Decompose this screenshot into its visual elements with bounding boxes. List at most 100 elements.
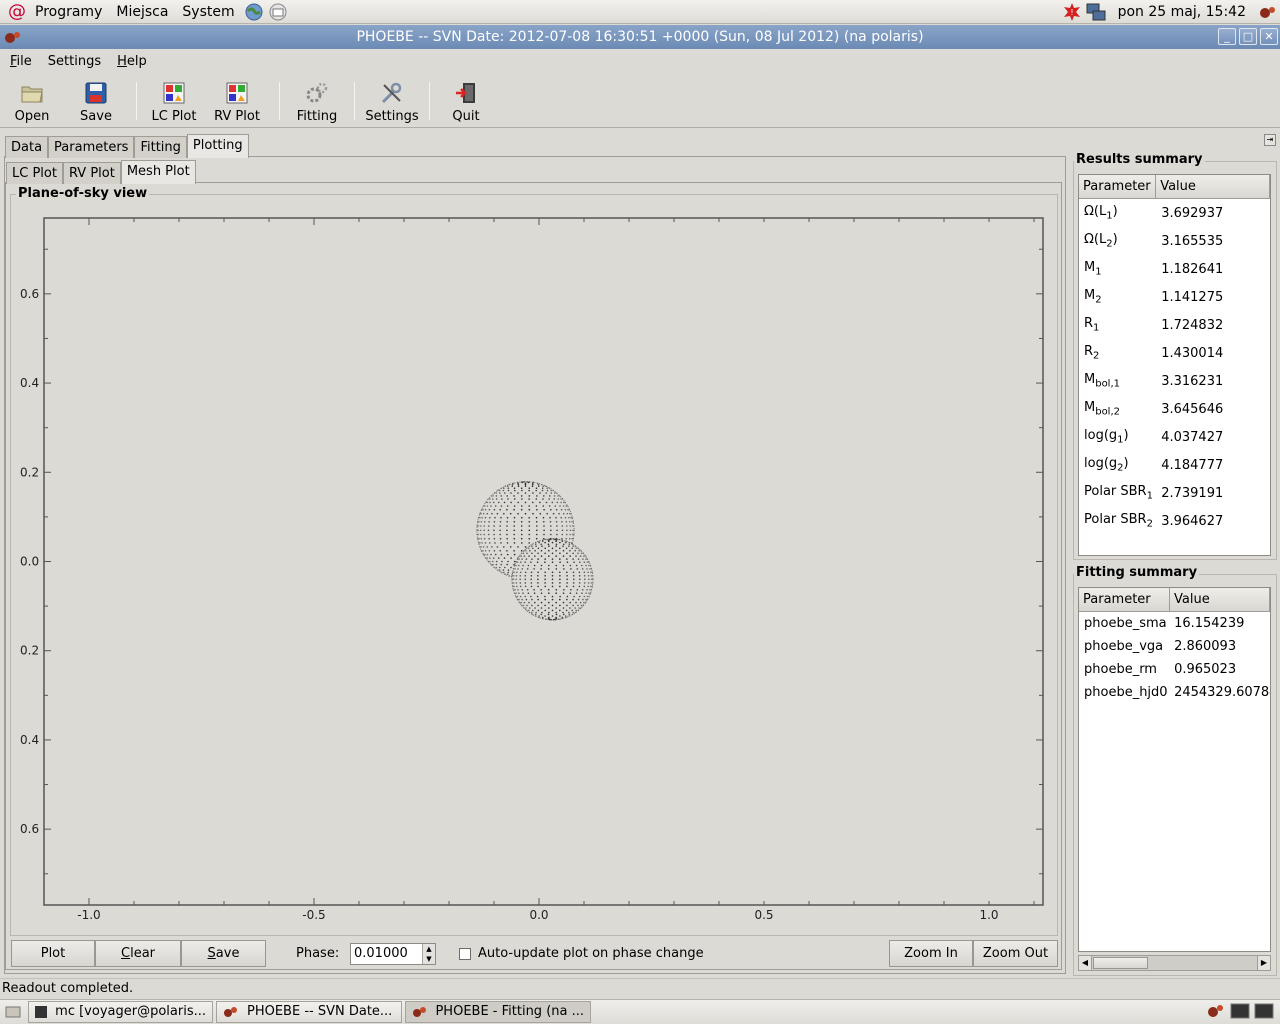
task-terminal[interactable]: mc [voyager@polaris... [28, 1001, 213, 1023]
fitting-summary-table[interactable]: Parameter Value phoebe_sma 16.154239 phoeb… [1078, 587, 1271, 952]
mesh-point [579, 595, 581, 598]
terminal-tray-icon[interactable] [1230, 1002, 1250, 1020]
results-row[interactable]: M2 1.141275 [1079, 283, 1270, 311]
clear-button[interactable]: Clear [95, 940, 181, 967]
settings-button[interactable]: Settings [363, 74, 421, 128]
mesh-point [547, 543, 550, 546]
scroll-thumb[interactable] [1093, 957, 1148, 969]
results-row[interactable]: Ω(L2) 3.165535 [1079, 227, 1270, 255]
mesh-point [557, 495, 559, 497]
results-row[interactable]: R2 1.430014 [1079, 339, 1270, 367]
results-summary-table[interactable]: Parameter Value Ω(L1) 3.692937 Ω(L2) 3.1655… [1078, 174, 1271, 556]
results-row[interactable]: Ω(L1) 3.692937 [1079, 199, 1270, 227]
mesh-point [506, 521, 509, 523]
phoebe-tray-icon[interactable] [1206, 1002, 1226, 1020]
mail-launcher-icon[interactable] [267, 1, 289, 23]
panel-menu-system[interactable]: System [175, 0, 241, 24]
mesh-point [586, 561, 589, 563]
mesh-point [517, 512, 519, 515]
phoebe-tray-icon[interactable] [1257, 1, 1279, 23]
open-button[interactable]: Open [0, 74, 64, 128]
quit-button[interactable]: Quit [438, 74, 494, 128]
tab-plotting[interactable]: Plotting [186, 134, 249, 158]
mesh-point [575, 601, 577, 604]
network-icon[interactable] [1085, 1, 1107, 23]
mesh-point [562, 505, 565, 507]
web-browser-launcher-icon[interactable] [243, 1, 265, 23]
save-button[interactable]: Save [64, 74, 128, 128]
fitting-button[interactable]: Fitting [288, 74, 346, 128]
fitting-col-parameter[interactable]: Parameter [1079, 588, 1171, 611]
mesh-point [524, 582, 527, 584]
panel-clock[interactable]: pon 25 maj, 15:42 [1108, 4, 1256, 20]
menu-help[interactable]: Help [107, 54, 153, 69]
mesh-point [544, 547, 546, 550]
show-desktop-icon[interactable] [2, 1001, 24, 1023]
lc-plot-button[interactable]: LC Plot [145, 74, 203, 128]
task-phoebe-main[interactable]: PHOEBE -- SVN Date... [216, 1001, 402, 1023]
mesh-point [580, 552, 583, 555]
tab-mesh-plot[interactable]: Mesh Plot [120, 160, 196, 184]
mesh-point [484, 542, 487, 544]
auto-update-label[interactable]: Auto-update plot on phase change [478, 946, 704, 961]
close-button[interactable]: ✕ [1260, 28, 1278, 45]
results-row[interactable]: R1 1.724832 [1079, 311, 1270, 339]
minimize-button[interactable]: _ [1218, 28, 1236, 45]
fitting-value-cell: 0.965023 [1174, 662, 1237, 677]
mesh-point [514, 489, 516, 492]
mesh-point [551, 604, 554, 607]
fitting-hscrollbar[interactable]: ◀ ▶ [1078, 955, 1271, 971]
terminal-tray-icon[interactable] [1254, 1002, 1274, 1020]
panel-menu-applications[interactable]: Programy [28, 0, 109, 24]
panel-menu-places[interactable]: Miejsca [109, 0, 175, 24]
results-row[interactable]: M1 1.182641 [1079, 255, 1270, 283]
update-notifier-icon[interactable]: ! [1061, 1, 1083, 23]
spin-arrows[interactable]: ▲ ▼ [422, 944, 435, 964]
mesh-point [534, 555, 536, 557]
results-row[interactable]: Polar SBR2 3.964627 [1079, 507, 1270, 535]
detach-panel-icon[interactable]: ⇥ [1264, 134, 1276, 146]
tab-parameters[interactable]: Parameters [48, 136, 135, 158]
task-phoebe-fitting[interactable]: PHOEBE - Fitting (na ... [405, 1001, 591, 1023]
zoom-in-button[interactable]: Zoom In [889, 940, 973, 967]
plot-button[interactable]: Plot [11, 940, 95, 967]
fitting-row[interactable]: phoebe_vga 2.860093 [1079, 635, 1270, 658]
mesh-point [486, 553, 489, 556]
results-row[interactable]: Mbol,1 3.316231 [1079, 367, 1270, 395]
save-plot-button[interactable]: Save [181, 940, 266, 967]
results-row[interactable]: log(g1) 4.037427 [1079, 423, 1270, 451]
mesh-point [537, 552, 539, 555]
tab-rv-plot[interactable]: RV Plot [62, 162, 121, 184]
maximize-button[interactable]: □ [1239, 28, 1257, 45]
results-row[interactable]: log(g2) 4.184777 [1079, 451, 1270, 479]
tab-data[interactable]: Data [5, 136, 49, 158]
mesh-point [589, 568, 591, 570]
tab-fitting[interactable]: Fitting [134, 136, 187, 158]
zoom-out-button[interactable]: Zoom Out [973, 940, 1058, 967]
fitting-col-value[interactable]: Value [1170, 588, 1270, 611]
scroll-right-arrow-icon[interactable]: ▶ [1257, 956, 1270, 970]
mesh-plot[interactable]: -1.0 -0.5 0.0 0.5 1.0 0.6 0.4 0.2 0.0 0.2 0.4 0.6 [15, 207, 1055, 937]
scroll-left-arrow-icon[interactable]: ◀ [1079, 956, 1092, 970]
phase-spinbutton[interactable]: 0.01000 ▲ ▼ [350, 943, 436, 965]
tab-lc-plot[interactable]: LC Plot [6, 162, 63, 184]
results-row[interactable]: Polar SBR1 2.739191 [1079, 479, 1270, 507]
menu-settings[interactable]: Settings [38, 54, 107, 69]
mesh-point [559, 595, 561, 598]
results-col-parameter[interactable]: Parameter [1079, 175, 1157, 198]
fitting-row[interactable]: phoebe_hjd0 2454329.60784 [1079, 681, 1270, 704]
mesh-point [559, 585, 561, 588]
rv-plot-button[interactable]: RV Plot [203, 74, 271, 128]
fitting-row[interactable]: phoebe_sma 16.154239 [1079, 612, 1270, 635]
menu-file[interactable]: File [0, 54, 38, 69]
results-col-value[interactable]: Value [1156, 175, 1270, 198]
mesh-point [494, 553, 497, 556]
mesh-point [507, 487, 510, 490]
auto-update-checkbox[interactable] [459, 948, 471, 960]
fitting-row[interactable]: phoebe_rm 0.965023 [1079, 658, 1270, 681]
debian-logo-icon[interactable]: @ [8, 1, 28, 23]
mesh-point [506, 508, 508, 511]
results-row[interactable]: Mbol,2 3.645646 [1079, 395, 1270, 423]
mesh-point [590, 582, 593, 584]
window-titlebar[interactable]: PHOEBE -- SVN Date: 2012-07-08 16:30:51 … [0, 25, 1280, 49]
